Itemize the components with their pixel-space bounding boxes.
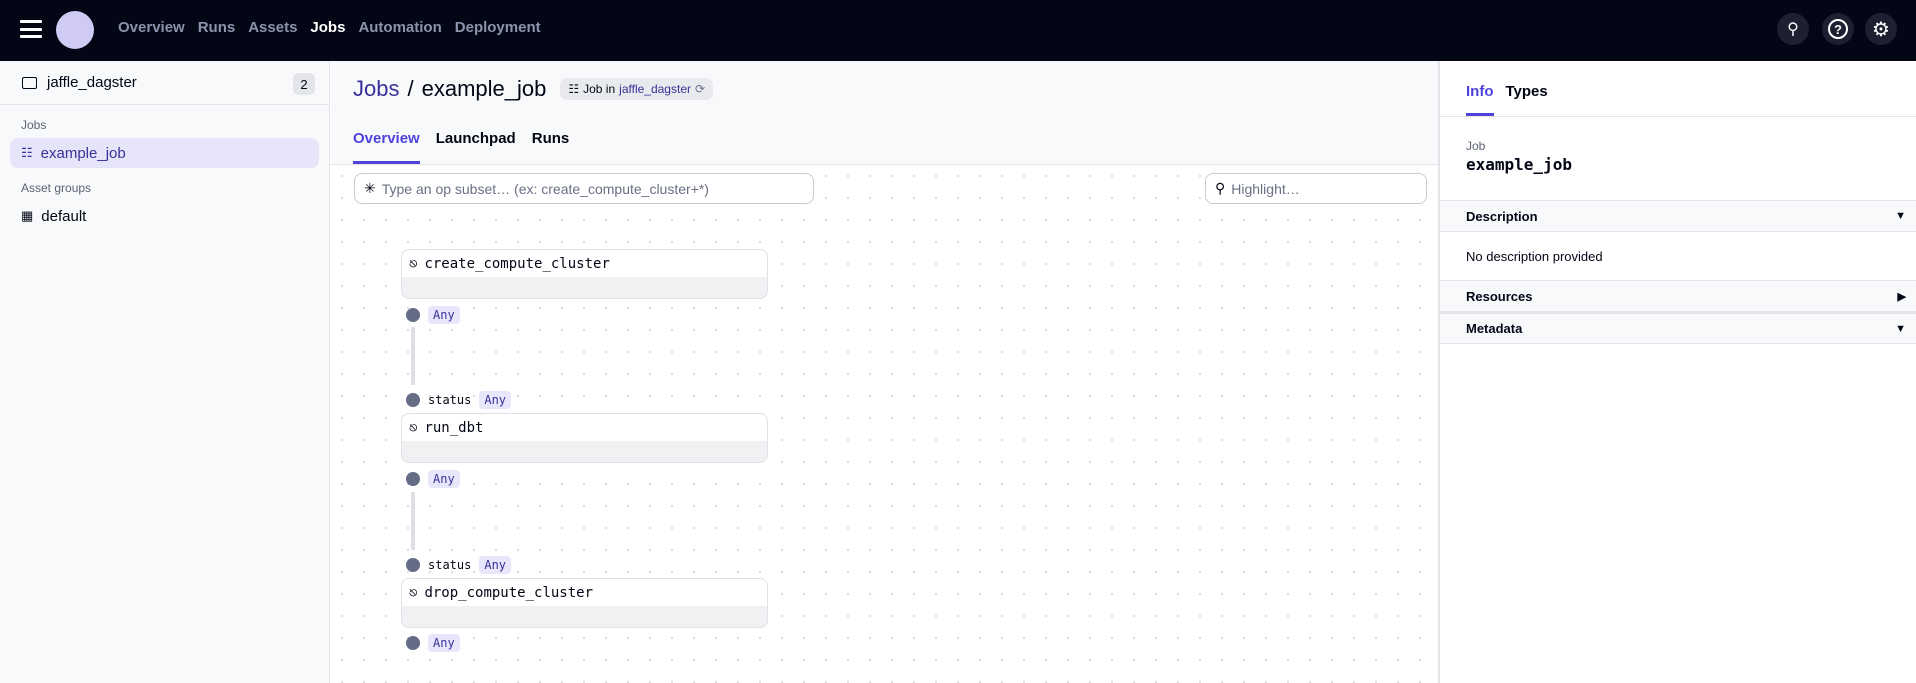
input-port: status Any	[406, 391, 512, 409]
job-icon: ☷	[568, 82, 580, 96]
jobs-section-header: Jobs	[21, 118, 47, 132]
section-metadata[interactable]: Metadata ▼	[1440, 312, 1916, 344]
section-title: Description	[1466, 208, 1538, 224]
op-name: drop_compute_cluster	[424, 584, 594, 601]
folder-icon	[22, 76, 37, 89]
edge	[411, 492, 415, 550]
output-type: Any	[428, 470, 460, 488]
chevron-down-icon: ▼	[1895, 210, 1906, 222]
op-node-run-dbt[interactable]: ⎋ run_dbt	[401, 413, 768, 463]
tag-prefix: Job in	[583, 82, 616, 96]
op-selector-icon: ✳	[364, 180, 376, 196]
input-type: Any	[479, 556, 512, 574]
op-graph[interactable]: ✳ Type an op subset… (ex: create_compute…	[331, 165, 1438, 683]
input-type: Any	[479, 391, 512, 409]
tab-info[interactable]: Info	[1466, 83, 1494, 116]
input-name: status	[428, 393, 472, 407]
menu-icon[interactable]	[20, 20, 42, 38]
gear-icon[interactable]: ⚙	[1865, 13, 1897, 45]
sidebar: jaffle_dagster 2 Jobs ☷ example_job Asse…	[0, 61, 330, 683]
job-tabs: Overview Launchpad Runs	[353, 130, 569, 164]
tag-repo-link[interactable]: jaffle_dagster	[619, 82, 691, 96]
op-subset-input[interactable]: ✳ Type an op subset… (ex: create_compute…	[354, 173, 814, 204]
tab-types[interactable]: Types	[1506, 83, 1548, 116]
help-icon[interactable]: ?	[1822, 13, 1854, 45]
top-nav: Overview Runs Assets Jobs Automation Dep…	[0, 0, 1916, 61]
chevron-down-icon: ▼	[1895, 322, 1906, 335]
sidebar-item-label: example_job	[40, 144, 126, 162]
nav-jobs[interactable]: Jobs	[310, 19, 345, 36]
output-port: Any	[406, 634, 460, 652]
op-subset-placeholder: Type an op subset… (ex: create_compute_c…	[381, 180, 709, 197]
op-node-create-compute-cluster[interactable]: ⎋ create_compute_cluster	[401, 249, 768, 299]
edge	[411, 327, 415, 385]
nav-overview[interactable]: Overview	[118, 19, 185, 36]
job-icon: ☷	[21, 145, 33, 160]
repo-name: jaffle_dagster	[47, 74, 137, 91]
info-panel: Info Types Job example_job Description ▼ …	[1438, 61, 1916, 683]
reload-icon[interactable]: ⟳	[695, 82, 705, 96]
op-name: run_dbt	[424, 419, 484, 436]
tab-overview[interactable]: Overview	[353, 130, 420, 164]
asset-groups-section-header: Asset groups	[21, 181, 92, 195]
op-icon: ⎋	[409, 255, 418, 272]
section-title: Resources	[1466, 288, 1533, 304]
input-name: status	[428, 558, 472, 572]
job-name: example_job	[1466, 155, 1572, 174]
repo-header[interactable]: jaffle_dagster 2	[0, 61, 329, 105]
sidebar-item-default[interactable]: ▦ default	[10, 201, 319, 231]
op-name: create_compute_cluster	[424, 255, 610, 272]
op-node-drop-compute-cluster[interactable]: ⎋ drop_compute_cluster	[401, 578, 768, 628]
panel-tabs: Info Types	[1440, 61, 1916, 117]
dagster-logo[interactable]	[56, 11, 94, 49]
sidebar-item-example-job[interactable]: ☷ example_job	[10, 138, 319, 168]
chevron-right-icon: ▶	[1897, 290, 1906, 303]
output-type: Any	[428, 306, 460, 324]
nav-links: Overview Runs Assets Jobs Automation Dep…	[118, 19, 541, 36]
input-port: status Any	[406, 556, 512, 574]
op-icon: ⎋	[409, 419, 418, 436]
sidebar-item-label: default	[41, 207, 87, 225]
breadcrumb-jobs[interactable]: Jobs	[353, 76, 399, 102]
tab-launchpad[interactable]: Launchpad	[436, 130, 516, 164]
nav-runs[interactable]: Runs	[198, 19, 236, 36]
highlight-input[interactable]: ⚲ Highlight…	[1205, 173, 1427, 204]
section-title: Metadata	[1466, 321, 1523, 336]
description-body: No description provided	[1466, 248, 1603, 264]
page-header: Jobs / example_job ☷ Job in jaffle_dagst…	[331, 61, 1438, 165]
nav-assets[interactable]: Assets	[248, 19, 297, 36]
breadcrumb-job: example_job	[421, 76, 547, 101]
output-port: Any	[406, 306, 460, 324]
search-icon: ⚲	[1215, 180, 1226, 196]
repo-count-badge: 2	[293, 73, 315, 95]
output-port: Any	[406, 470, 460, 488]
section-resources[interactable]: Resources ▶	[1440, 280, 1916, 312]
op-icon: ⎋	[409, 584, 418, 601]
nav-deployment[interactable]: Deployment	[455, 19, 541, 36]
section-description[interactable]: Description ▼	[1440, 200, 1916, 232]
job-repo-tag: ☷ Job in jaffle_dagster ⟳	[560, 78, 714, 100]
breadcrumb-separator: /	[407, 76, 414, 101]
page-title: Jobs / example_job ☷ Job in jaffle_dagst…	[353, 76, 714, 102]
nav-automation[interactable]: Automation	[358, 19, 441, 36]
search-icon[interactable]: ⚲	[1777, 13, 1809, 45]
main: Jobs / example_job ☷ Job in jaffle_dagst…	[331, 61, 1438, 683]
tab-runs[interactable]: Runs	[532, 130, 570, 164]
job-label: Job	[1466, 139, 1486, 153]
output-type: Any	[428, 634, 460, 652]
asset-group-icon: ▦	[21, 208, 34, 223]
highlight-placeholder: Highlight…	[1231, 180, 1300, 197]
